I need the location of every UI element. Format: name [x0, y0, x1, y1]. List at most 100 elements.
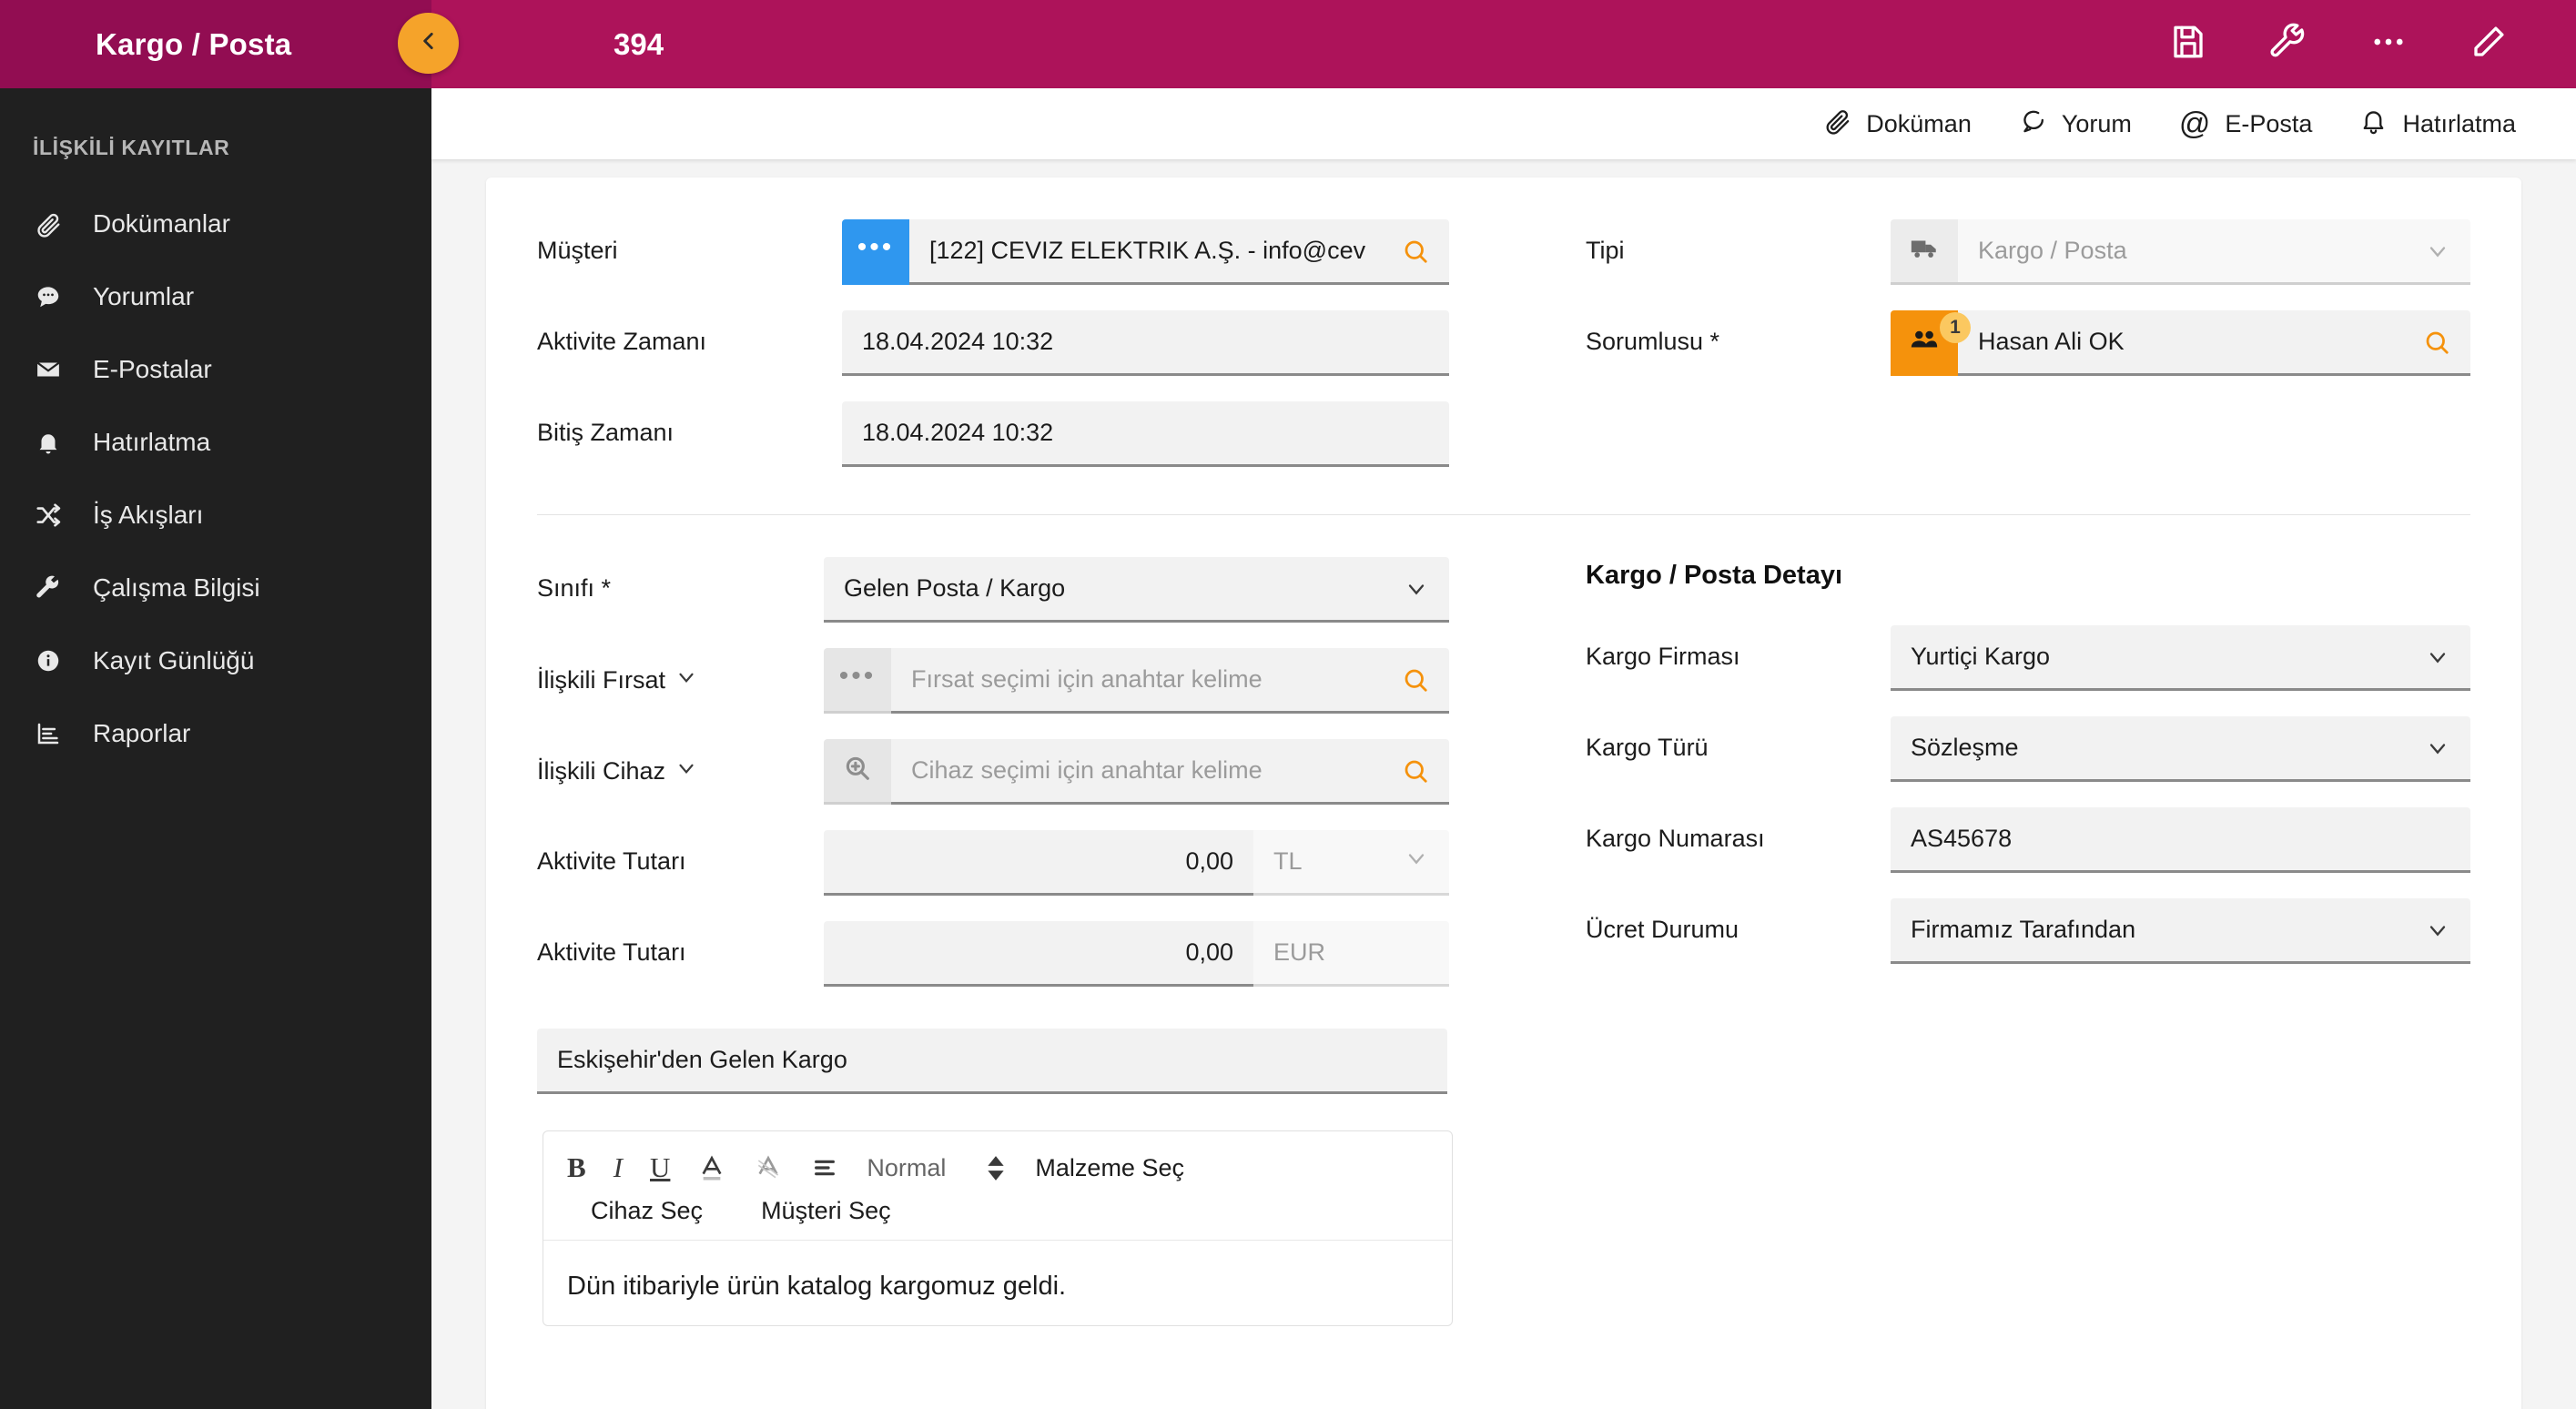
sidebar-item-label: Çalışma Bilgisi: [93, 573, 260, 602]
field-label: Aktivite Tutarı: [537, 938, 686, 966]
format-select[interactable]: Normal: [867, 1154, 946, 1182]
sidebar-collapse-button[interactable]: [398, 13, 459, 74]
text-highlight-icon[interactable]: [754, 1153, 783, 1182]
sidebar-item-raporlar[interactable]: Raporlar: [0, 697, 431, 770]
tipi-select[interactable]: Kargo / Posta: [1958, 219, 2470, 285]
sidebar-item-is-akislari[interactable]: İş Akışları: [0, 479, 431, 552]
sidebar-item-hatirlatma[interactable]: Hatırlatma: [0, 406, 431, 479]
chevron-down-icon[interactable]: [674, 756, 698, 786]
envelope-icon: [35, 356, 76, 383]
italic-button[interactable]: I: [614, 1151, 623, 1184]
tab-hatirlatma[interactable]: Hatırlatma: [2336, 88, 2540, 159]
detail-section-title: Kargo / Posta Detayı: [1586, 561, 1843, 590]
kargo-numarasi-input[interactable]: AS45678: [1891, 807, 2470, 873]
save-button[interactable]: [2169, 23, 2207, 66]
firsat-input[interactable]: Fırsat seçimi için anahtar kelime: [891, 648, 1449, 714]
bold-button[interactable]: B: [567, 1151, 586, 1184]
ellipsis-icon: •••: [838, 660, 877, 691]
search-plus-icon: [842, 753, 873, 788]
rich-text-editor: B I U Normal Malzeme Seç Cihaz Seç Müşte…: [543, 1130, 1453, 1326]
report-chart-icon: [35, 720, 76, 747]
form-section-top: Müşteri ••• [122] CEVIZ ELEKTRIK A.Ş. - …: [537, 219, 2470, 492]
text-color-icon[interactable]: [697, 1153, 726, 1182]
ucret-durumu-select[interactable]: Firmamız Tarafından: [1891, 898, 2470, 964]
currency-select-tl[interactable]: TL: [1253, 830, 1449, 896]
field-musteri: Müşteri ••• [122] CEVIZ ELEKTRIK A.Ş. - …: [537, 219, 1449, 285]
tools-button[interactable]: [2269, 23, 2307, 66]
align-left-icon[interactable]: [810, 1153, 839, 1182]
firsat-lookup-button[interactable]: •••: [824, 648, 891, 714]
editor-toolbar: B I U Normal Malzeme Seç Cihaz Seç Müşte…: [543, 1131, 1452, 1240]
stepper-updown-icon[interactable]: [984, 1155, 1008, 1181]
editor-body[interactable]: Dün itibariyle ürün katalog kargomuz gel…: [543, 1240, 1452, 1325]
more-button[interactable]: [2369, 23, 2408, 66]
sorumlusu-user-button[interactable]: 1: [1891, 310, 1971, 376]
edit-button[interactable]: [2470, 23, 2508, 66]
sidebar-item-calisma-bilgisi[interactable]: Çalışma Bilgisi: [0, 552, 431, 624]
chevron-down-icon[interactable]: [674, 665, 698, 695]
aktivite-tutari-eur-input[interactable]: 0,00: [824, 921, 1253, 987]
sinifi-select[interactable]: Gelen Posta / Kargo: [824, 557, 1449, 623]
comment-icon: [2019, 106, 2047, 141]
detail-column-left: Sınıfı * Gelen Posta / Kargo İlişkili Fı…: [537, 557, 1504, 1012]
field-label: Aktivite Tutarı: [537, 847, 686, 875]
detail-column-right: Kargo / Posta Detayı Kargo Firması Yurti…: [1504, 557, 2470, 1012]
sidebar-item-yorumlar[interactable]: Yorumlar: [0, 260, 431, 333]
sidebar-item-label: Yorumlar: [93, 282, 195, 310]
field-value: Hasan Ali OK: [1978, 328, 2125, 355]
wrench-icon: [35, 574, 76, 602]
tab-label: E-Posta: [2225, 109, 2313, 137]
sidebar-heading: İLİŞKİLİ KAYITLAR: [33, 136, 230, 159]
shuffle-icon: [35, 502, 76, 529]
sidebar-item-label: E-Postalar: [93, 355, 212, 383]
tab-label: Hatırlatma: [2402, 109, 2516, 137]
sidebar-item-epostalar[interactable]: E-Postalar: [0, 333, 431, 406]
search-icon[interactable]: [1402, 666, 1429, 694]
sorumlusu-input[interactable]: Hasan Ali OK: [1958, 310, 2470, 376]
aktivite-zamani-input[interactable]: 18.04.2024 10:32: [842, 310, 1449, 376]
field-value: Yurtiçi Kargo: [1911, 643, 2051, 670]
currency-label-eur: EUR: [1253, 921, 1449, 987]
subject-input[interactable]: Eskişehir'den Gelen Kargo: [537, 1029, 1447, 1094]
sidebar-item-kayit-gunlugu[interactable]: Kayıt Günlüğü: [0, 624, 431, 697]
search-icon[interactable]: [1402, 757, 1429, 785]
musteri-input[interactable]: [122] CEVIZ ELEKTRIK A.Ş. - info@cev: [909, 219, 1449, 285]
cihaz-lookup-button[interactable]: [824, 739, 891, 805]
sidebar-item-dokumanlar[interactable]: Dokümanlar: [0, 188, 431, 260]
kargo-firmasi-select[interactable]: Yurtiçi Kargo: [1891, 625, 2470, 691]
page-title: Kargo / Posta: [96, 26, 292, 61]
field-placeholder: Kargo / Posta: [1978, 237, 2127, 264]
sidebar-item-label: İş Akışları: [93, 501, 204, 529]
tab-dokuman[interactable]: Doküman: [1800, 88, 1995, 159]
field-kargo-numarasi: Kargo Numarası AS45678: [1586, 807, 2470, 873]
cihaz-sec-button[interactable]: Cihaz Seç: [591, 1197, 703, 1225]
field-value: [122] CEVIZ ELEKTRIK A.Ş. - info@cev: [929, 237, 1366, 264]
field-label: Kargo Firması: [1586, 643, 1740, 670]
aktivite-tutari-tl-input[interactable]: 0,00: [824, 830, 1253, 896]
search-icon[interactable]: [1402, 238, 1429, 265]
field-aktivite-tutari-tl: Aktivite Tutarı 0,00 TL: [537, 830, 1449, 896]
tab-yorum[interactable]: Yorum: [1995, 88, 2155, 159]
musteri-sec-button[interactable]: Müşteri Seç: [761, 1197, 891, 1225]
malzeme-sec-button[interactable]: Malzeme Seç: [1035, 1154, 1184, 1182]
at-icon: @: [2178, 106, 2211, 141]
top-bar: Kargo / Posta 394: [0, 0, 2576, 88]
field-label: Aktivite Zamanı: [537, 328, 707, 355]
bitis-zamani-input[interactable]: 18.04.2024 10:32: [842, 401, 1449, 467]
field-aktivite-tutari-eur: Aktivite Tutarı 0,00 EUR: [537, 921, 1449, 987]
record-form-card: Müşteri ••• [122] CEVIZ ELEKTRIK A.Ş. - …: [486, 177, 2521, 1409]
search-icon[interactable]: [2423, 329, 2450, 356]
chevron-down-icon: [1404, 846, 1429, 877]
form-section-detail: Sınıfı * Gelen Posta / Kargo İlişkili Fı…: [537, 557, 2470, 1012]
main-content: Müşteri ••• [122] CEVIZ ELEKTRIK A.Ş. - …: [431, 159, 2576, 1409]
underline-button[interactable]: U: [650, 1151, 670, 1184]
musteri-lookup-button[interactable]: •••: [842, 219, 909, 285]
cihaz-input[interactable]: Cihaz seçimi için anahtar kelime: [891, 739, 1449, 805]
kargo-turu-select[interactable]: Sözleşme: [1891, 716, 2470, 782]
truck-icon: [1909, 233, 1940, 269]
field-label: İlişkili Cihaz: [537, 757, 666, 785]
form-column-left: Müşteri ••• [122] CEVIZ ELEKTRIK A.Ş. - …: [537, 219, 1504, 492]
field-label: Bitiş Zamanı: [537, 419, 674, 446]
field-value: Eskişehir'den Gelen Kargo: [557, 1046, 847, 1073]
tab-eposta[interactable]: @ E-Posta: [2155, 88, 2337, 159]
